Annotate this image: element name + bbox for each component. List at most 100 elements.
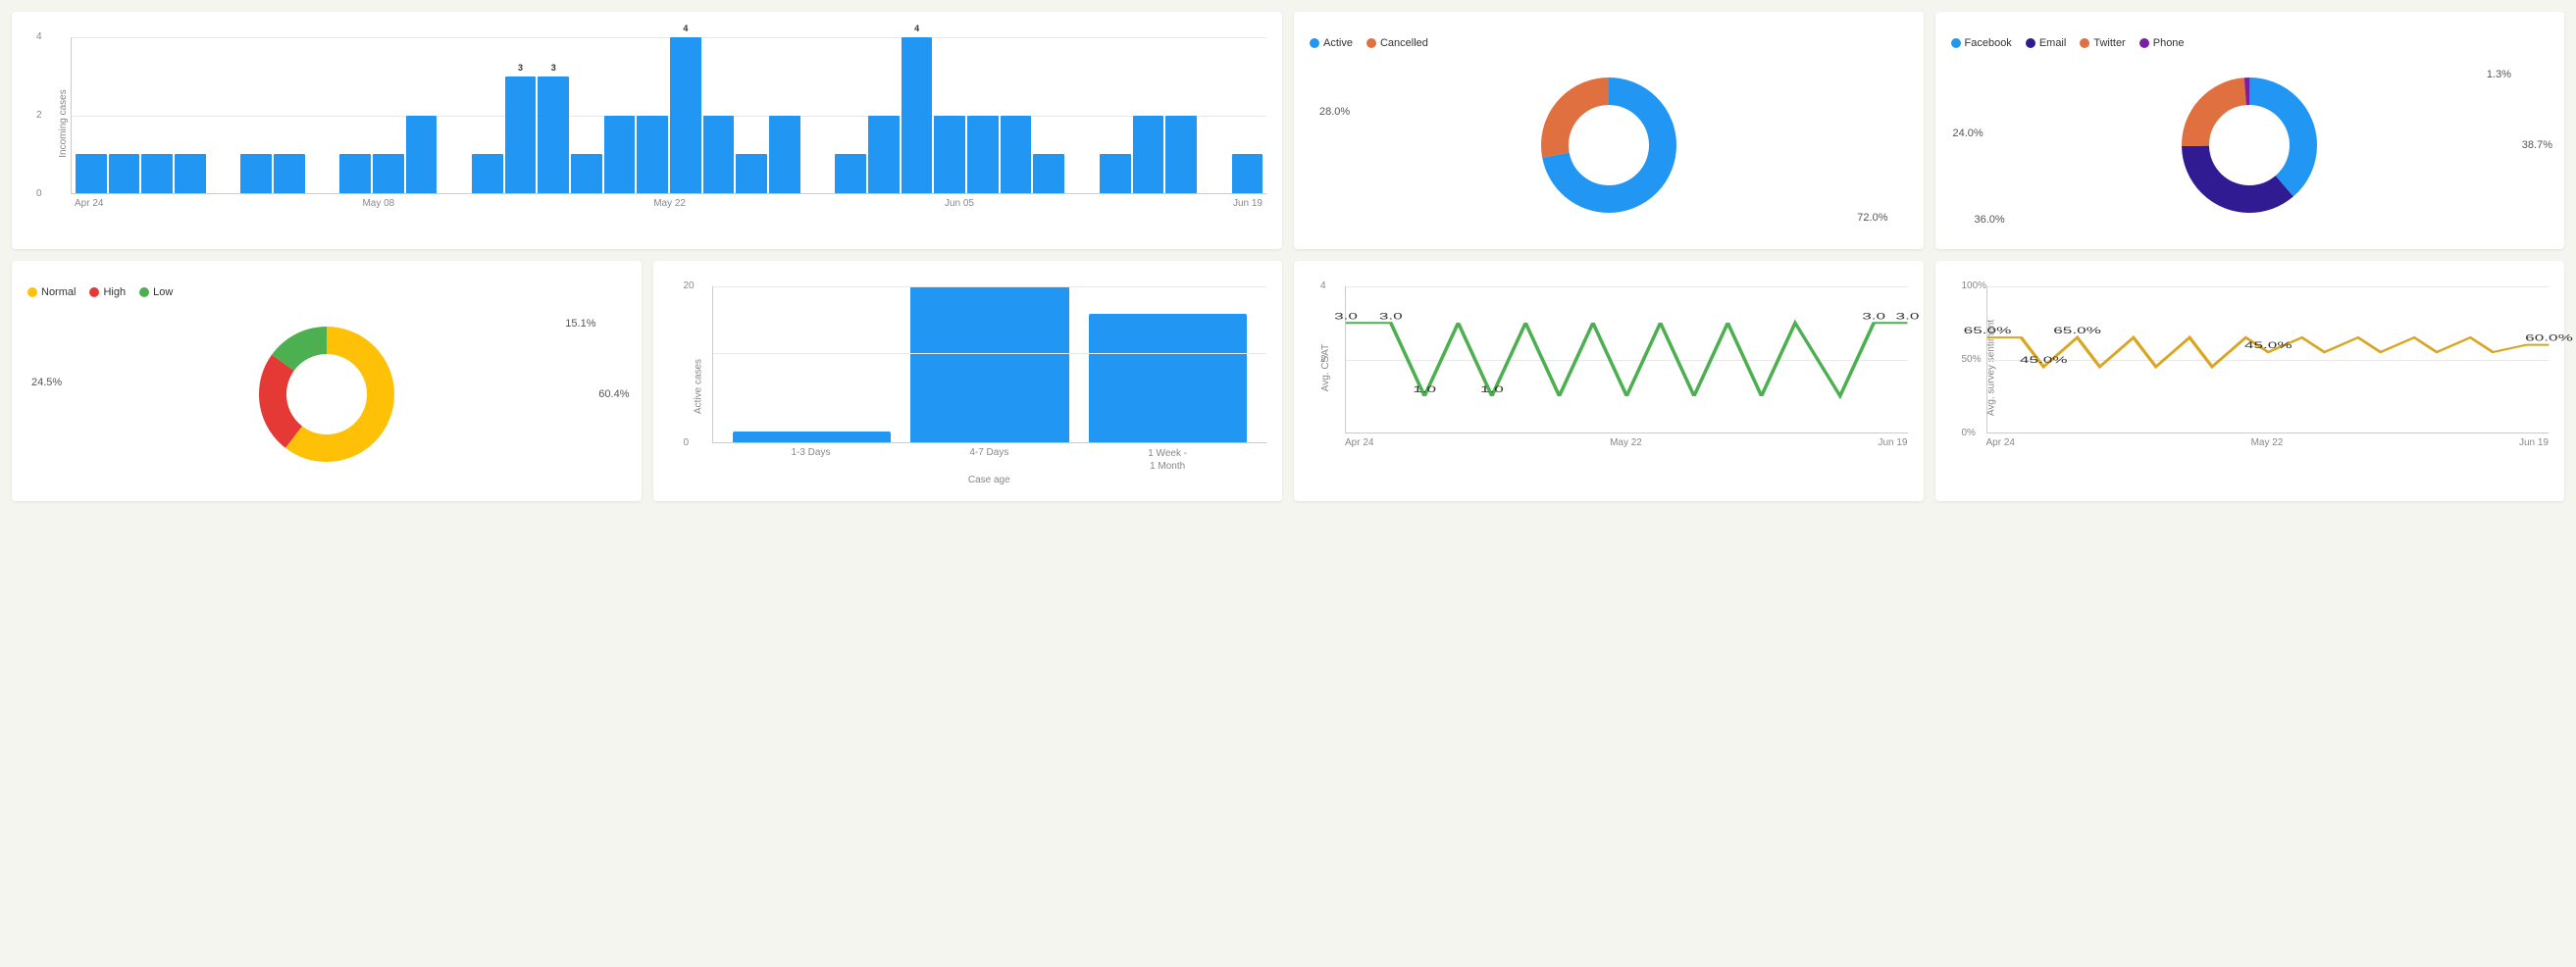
low-dot — [139, 287, 149, 297]
legend-normal: Normal — [27, 286, 76, 298]
legend-phone: Phone — [2139, 37, 2185, 49]
svg-text:3.0: 3.0 — [1862, 311, 1885, 321]
normal-label: Normal — [41, 286, 76, 298]
legend-low: Low — [139, 286, 173, 298]
active-dot — [1310, 38, 1319, 48]
svg-text:45.0%: 45.0% — [2019, 355, 2067, 365]
trend-bar — [472, 154, 503, 193]
trend-bar — [274, 154, 305, 193]
case-volume-trend-card: Incoming cases 4 2 0 3344 Apr 24May 08Ma… — [12, 12, 1282, 249]
channel-label-38-7: 38.7% — [2522, 139, 2552, 151]
legend-twitter: Twitter — [2080, 37, 2125, 49]
open-by-priority-card: Normal High Low 15.1% 60.4% 24.5% — [12, 261, 642, 501]
legend-high: High — [89, 286, 126, 298]
phone-label: Phone — [2153, 37, 2185, 49]
case-age-bar — [1089, 314, 1248, 442]
facebook-dot — [1951, 38, 1961, 48]
high-dot — [89, 287, 99, 297]
trend-bar — [240, 154, 272, 193]
trend-bar — [1133, 116, 1164, 194]
normal-dot — [27, 287, 37, 297]
case-age-bar — [910, 286, 1069, 442]
trend-bar — [637, 116, 668, 194]
twitter-dot — [2080, 38, 2089, 48]
case-volume-trend-chart: Incoming cases 4 2 0 3344 Apr 24May 08Ma… — [27, 37, 1266, 209]
case-age-y-axis-title: Active cases — [693, 358, 703, 413]
email-label: Email — [2039, 37, 2067, 49]
donut-label-28: 28.0% — [1319, 106, 1350, 118]
trend-x-label: Jun 19 — [1233, 198, 1262, 209]
csat-y-axis-title: Avg. CSAT — [1320, 343, 1331, 391]
trend-bar — [835, 154, 866, 193]
donut-label-72: 72.0% — [1857, 212, 1887, 224]
avg-csat-card: Avg. CSAT 4 2 3.03.01.01.03.03.0 Apr 24M… — [1294, 261, 1924, 501]
trend-bar — [339, 154, 371, 193]
trend-bar — [604, 116, 636, 194]
facebook-label: Facebook — [1965, 37, 2012, 49]
trend-x-label: May 08 — [362, 198, 394, 209]
x-label-4-7: 4-7 Days — [969, 447, 1008, 473]
avg-sentiment-chart: Avg. survey sentiment 100% 50% 0% 65.0%6… — [1951, 286, 2550, 448]
svg-text:3.0: 3.0 — [1379, 311, 1403, 321]
cancelled-label: Cancelled — [1380, 37, 1428, 49]
incoming-by-channel-legend: Facebook Email Twitter Phone — [1951, 37, 2550, 49]
dashboard: Incoming cases 4 2 0 3344 Apr 24May 08Ma… — [12, 12, 2564, 501]
case-volume-by-status-legend: Active Cancelled — [1310, 37, 1908, 49]
trend-bar — [736, 154, 767, 193]
y-axis-title: Incoming cases — [58, 89, 69, 157]
trend-bar: 4 — [670, 37, 701, 193]
trend-bar — [571, 154, 602, 193]
case-volume-by-status-card: Active Cancelled 28.0% 72.0% — [1294, 12, 1924, 249]
donut-svg — [1530, 67, 1687, 224]
svg-text:3.0: 3.0 — [1896, 311, 1920, 321]
svg-text:45.0%: 45.0% — [2243, 340, 2292, 350]
priority-donut: 15.1% 60.4% 24.5% — [27, 306, 626, 483]
svg-text:65.0%: 65.0% — [2053, 326, 2101, 335]
channel-label-24: 24.0% — [1953, 127, 1984, 139]
priority-legend: Normal High Low — [27, 286, 626, 298]
trend-x-label: May 22 — [653, 198, 686, 209]
legend-active: Active — [1310, 37, 1353, 49]
trend-bar — [406, 116, 438, 194]
trend-bar — [141, 154, 173, 193]
incoming-by-channel-card: Facebook Email Twitter Phone — [1935, 12, 2565, 249]
trend-bar — [868, 116, 900, 194]
trend-bar: 4 — [902, 37, 933, 193]
phone-dot — [2139, 38, 2149, 48]
channel-donut-svg — [2171, 67, 2328, 224]
cancelled-dot — [1366, 38, 1376, 48]
trend-x-label: Apr 24 — [75, 198, 103, 209]
svg-text:1.0: 1.0 — [1480, 384, 1504, 394]
priority-label-24: 24.5% — [31, 377, 62, 388]
trend-bar: 3 — [505, 76, 537, 193]
svg-text:65.0%: 65.0% — [1963, 326, 2011, 335]
trend-bar — [934, 116, 965, 194]
avg-csat-chart: Avg. CSAT 4 2 3.03.01.01.03.03.0 Apr 24M… — [1310, 286, 1908, 448]
case-age-chart: Active cases 20 0 1-3 Days 4-7 Days 1 We… — [669, 286, 1267, 485]
open-by-case-age-card: Active cases 20 0 1-3 Days 4-7 Days 1 We… — [653, 261, 1283, 501]
trend-bar — [1001, 116, 1032, 194]
trend-bar — [703, 116, 735, 194]
trend-bar — [1033, 154, 1064, 193]
priority-label-60: 60.4% — [598, 388, 629, 400]
csat-x-labels: Apr 24May 22Jun 19 — [1345, 437, 1908, 448]
trend-bar: 3 — [538, 76, 569, 193]
case-volume-donut: 28.0% 72.0% — [1310, 57, 1908, 233]
x-label-1week: 1 Week -1 Month — [1148, 447, 1187, 473]
email-dot — [2026, 38, 2035, 48]
legend-email: Email — [2026, 37, 2067, 49]
trend-bar — [76, 154, 107, 193]
channel-label-1-3: 1.3% — [2487, 69, 2511, 80]
case-age-x-axis-label: Case age — [712, 475, 1267, 485]
trend-bar — [1232, 154, 1263, 193]
active-label: Active — [1323, 37, 1353, 49]
case-age-bar — [733, 432, 892, 442]
twitter-label: Twitter — [2093, 37, 2125, 49]
avg-sentiment-card: Avg. survey sentiment 100% 50% 0% 65.0%6… — [1935, 261, 2565, 501]
priority-donut-svg — [248, 316, 405, 473]
low-label: Low — [153, 286, 173, 298]
sentiment-x-labels: Apr 24May 22Jun 19 — [1986, 437, 2550, 448]
trend-bar — [1165, 116, 1197, 194]
trend-bar — [1100, 154, 1131, 193]
high-label: High — [103, 286, 126, 298]
